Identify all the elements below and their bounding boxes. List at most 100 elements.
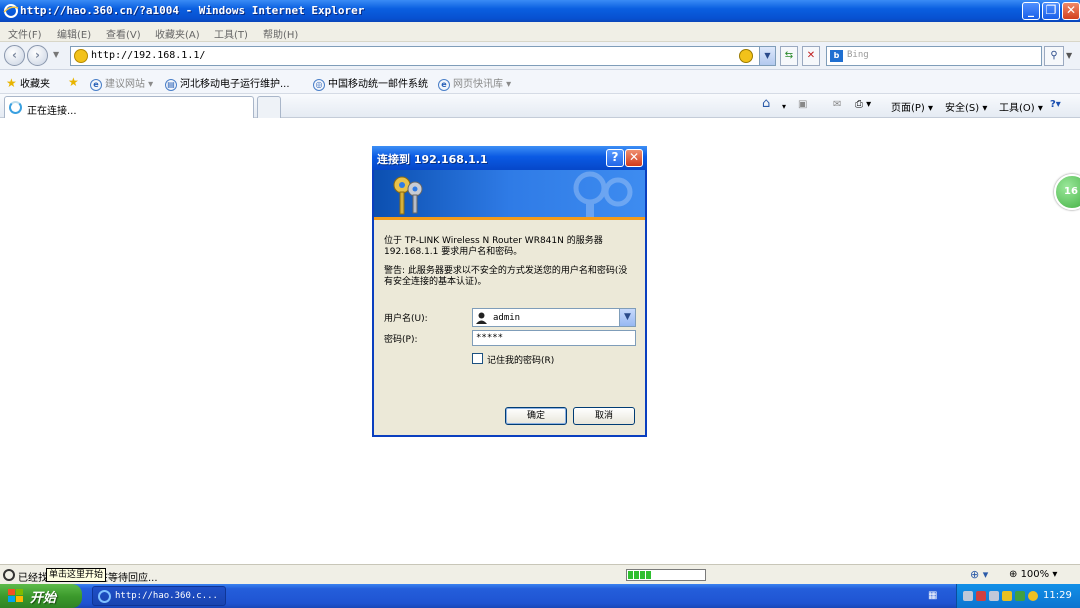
cancel-button[interactable]: 取消 xyxy=(573,407,635,425)
ie-logo-icon xyxy=(3,4,19,18)
menu-tools[interactable]: 工具(T) xyxy=(214,26,248,41)
page-menu[interactable]: 页面(P) ▾ xyxy=(891,99,933,114)
update-icon[interactable] xyxy=(1028,591,1038,601)
volume-icon[interactable] xyxy=(1002,591,1012,601)
start-button[interactable]: 开始 xyxy=(0,584,82,608)
favorites-star-icon: ★ xyxy=(6,76,17,90)
username-dropdown-icon[interactable]: ▼ xyxy=(619,309,635,326)
close-button[interactable]: ✕ xyxy=(1062,2,1080,20)
ie-page-icon: e xyxy=(90,79,102,91)
history-dropdown-icon[interactable]: ▼ xyxy=(53,50,59,59)
security-icon[interactable] xyxy=(976,591,986,601)
favorite-web-slice-gallery[interactable]: e 网页快讯库 ▾ xyxy=(438,75,511,91)
restore-button[interactable]: ❐ xyxy=(1042,2,1060,20)
minimize-button[interactable]: _ xyxy=(1022,2,1040,20)
navigation-bar: ‹ › ▼ http://192.168.1.1/ ▼ ⇆ ✕ b Bing ⚲… xyxy=(0,42,1080,70)
menu-file[interactable]: 文件(F) xyxy=(8,26,42,41)
loading-status-icon xyxy=(3,569,15,581)
network-icon-2[interactable] xyxy=(989,591,999,601)
progress-segment xyxy=(640,571,645,579)
progress-segment xyxy=(646,571,651,579)
tab-current[interactable]: 正在连接... xyxy=(4,96,254,118)
menu-favorites[interactable]: 收藏夹(A) xyxy=(155,26,200,41)
menu-help[interactable]: 帮助(H) xyxy=(263,26,298,41)
home-icon[interactable]: ⌂ xyxy=(762,96,770,111)
zoom-level[interactable]: ⊕ 100% ▾ xyxy=(1009,569,1057,580)
tab-bar: 正在连接... ⌂ ▾ ▣ ✉ ⎙ ▾ 页面(P) ▾ 安全(S) ▾ 工具(O… xyxy=(0,94,1080,118)
menu-bar: 文件(F) 编辑(E) 查看(V) 收藏夹(A) 工具(T) 帮助(H) xyxy=(0,22,1080,42)
menu-view[interactable]: 查看(V) xyxy=(106,26,141,41)
help-menu[interactable]: ?▾ xyxy=(1050,99,1061,110)
remember-password-label[interactable]: 记住我的密码(R) xyxy=(487,353,554,366)
username-value: admin xyxy=(493,313,521,323)
back-button[interactable]: ‹ xyxy=(4,45,25,66)
dialog-message: 位于 TP-LINK Wireless N Router WR841N 的服务器… xyxy=(384,236,603,257)
keyboard-icon[interactable]: ▦ xyxy=(928,590,937,601)
dialog-title: 连接到 192.168.1.1 xyxy=(377,153,488,166)
window-title: http://hao.360.cn/?a1004 - Windows Inter… xyxy=(20,4,365,17)
forward-button[interactable]: › xyxy=(27,45,48,66)
username-combobox[interactable]: admin ▼ xyxy=(472,308,636,327)
tab-label: 正在连接... xyxy=(27,106,77,117)
loading-progress-bar xyxy=(626,569,706,581)
favorite-hebei-mobile[interactable]: ▤ 河北移动电子运行维护... xyxy=(165,75,290,91)
add-favorites-icon[interactable]: ★ xyxy=(68,75,79,89)
tools-menu[interactable]: 工具(O) ▾ xyxy=(999,99,1043,114)
dialog-title-bar: 连接到 192.168.1.1 ? ✕ xyxy=(372,146,647,170)
login-dialog: 连接到 192.168.1.1 ? ✕ 位于 TP-LINK Wireless … xyxy=(372,146,647,437)
progress-segment xyxy=(634,571,639,579)
network-icon[interactable] xyxy=(963,591,973,601)
username-label: 用户名(U): xyxy=(384,314,428,324)
ie-page-icon: e xyxy=(438,79,450,91)
taskbar-item-ie[interactable]: http://hao.360.c... xyxy=(92,586,226,606)
print-icon[interactable]: ⎙ ▾ xyxy=(855,99,871,110)
feeds-icon[interactable]: ▣ xyxy=(798,99,807,110)
favorites-bar: ★ 收藏夹 ★ e 建议网站 ▾ ▤ 河北移动电子运行维护... ◎ 中国移动统一邮件… xyxy=(0,70,1080,94)
globe-icon: ◎ xyxy=(313,79,325,91)
new-tab-button[interactable] xyxy=(257,96,281,118)
ie-task-icon xyxy=(98,590,111,603)
taskbar-item-label: http://hao.360.c... xyxy=(115,591,218,601)
title-bar: http://hao.360.cn/?a1004 - Windows Inter… xyxy=(0,0,1080,22)
search-box[interactable]: b Bing xyxy=(826,46,1042,66)
favorite-china-mobile-mail[interactable]: ◎ 中国移动统一邮件系统 xyxy=(313,75,428,91)
read-mail-icon[interactable]: ✉ xyxy=(833,99,841,110)
dialog-help-button[interactable]: ? xyxy=(606,149,624,167)
status-bar: 已经找到站点，正在等待回应... 单击这里开始 ⊕ ▾ ⊕ 100% ▾ xyxy=(0,564,1080,584)
user-icon xyxy=(476,312,487,324)
clock: 11:29 xyxy=(1043,590,1072,601)
remember-password-checkbox[interactable] xyxy=(472,353,483,364)
protected-mode-icon[interactable]: ⊕ ▾ xyxy=(970,568,988,581)
refresh-button[interactable]: ⇆ xyxy=(780,46,798,66)
loading-spinner-icon xyxy=(9,101,22,114)
password-field[interactable]: ***** xyxy=(472,330,636,346)
password-value: ***** xyxy=(476,333,504,343)
password-label: 密码(P): xyxy=(384,335,418,345)
dialog-close-button[interactable]: ✕ xyxy=(625,149,643,167)
address-dropdown-icon[interactable]: ▼ xyxy=(759,47,775,65)
address-url[interactable]: http://192.168.1.1/ xyxy=(91,50,205,61)
compat-view-icon[interactable] xyxy=(739,49,753,63)
app-tray-icon[interactable] xyxy=(1015,591,1025,601)
bing-icon: b xyxy=(830,50,843,62)
stop-button[interactable]: ✕ xyxy=(802,46,820,66)
favorites-button[interactable]: ★ 收藏夹 xyxy=(6,75,50,90)
favorite-suggested-sites[interactable]: e 建议网站 ▾ xyxy=(90,75,153,91)
keys-watermark-icon xyxy=(573,171,633,217)
ok-button[interactable]: 确定 xyxy=(505,407,567,425)
dialog-banner xyxy=(374,170,645,220)
search-options-icon[interactable]: ▼ xyxy=(1066,51,1072,60)
page-icon: ▤ xyxy=(165,79,177,91)
address-bar[interactable]: http://192.168.1.1/ ▼ xyxy=(70,46,776,66)
menu-edit[interactable]: 编辑(E) xyxy=(57,26,91,41)
dialog-warning: 警告: 此服务器要求以不安全的方式发送您的用户名和密码(没有安全连接的基本认证)… xyxy=(384,266,628,287)
progress-segment xyxy=(628,571,633,579)
side-float-badge[interactable]: 16 xyxy=(1054,174,1080,210)
taskbar: 开始 http://hao.360.c... ▦ 11:29 xyxy=(0,584,1080,608)
start-tooltip: 单击这里开始 xyxy=(46,568,107,582)
home-dropdown-icon[interactable]: ▾ xyxy=(782,102,786,111)
keys-icon xyxy=(393,176,423,215)
search-button[interactable]: ⚲ xyxy=(1044,46,1064,66)
page-favicon-icon xyxy=(74,49,88,63)
safety-menu[interactable]: 安全(S) ▾ xyxy=(945,99,987,114)
